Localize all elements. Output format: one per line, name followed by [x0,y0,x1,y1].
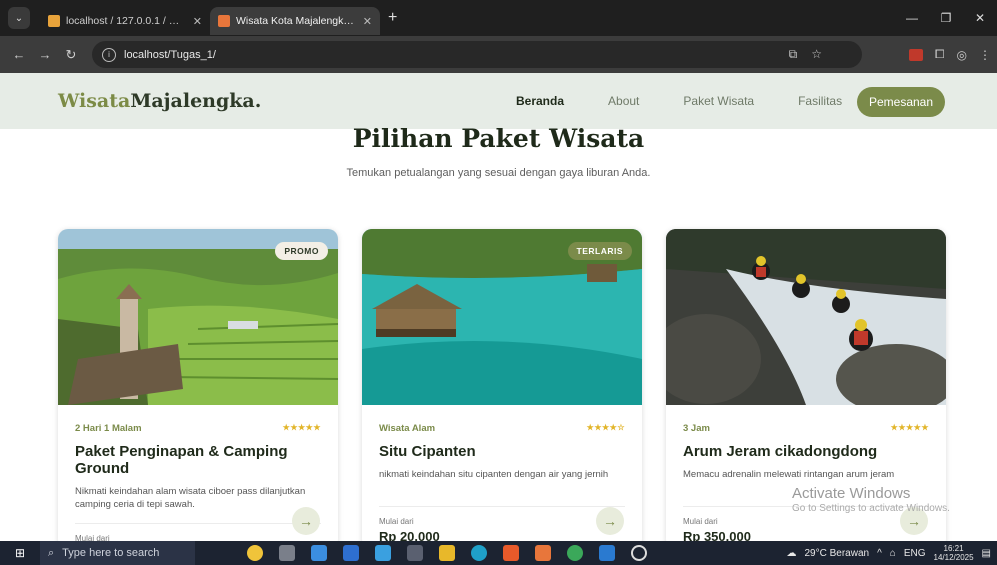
task-view-icon[interactable] [279,545,295,561]
site-favicon-icon [218,15,230,27]
windows-taskbar: ⊞ ⌕ Type here to search ☁ 29°C Berawan ^… [0,541,997,565]
price-label: Mulai dari [683,517,718,526]
windows-start-icon[interactable]: ⊞ [0,546,40,560]
arrow-right-icon[interactable]: → [596,507,624,535]
brave-icon[interactable] [503,545,519,561]
clock[interactable]: 16:21 14/12/2025 [934,544,974,562]
minimize-icon[interactable]: — [895,0,929,36]
url-bar[interactable]: i localhost/Tugas_1/ ⧉ ☆ [92,41,862,68]
card-duration: 3 Jam [683,423,710,434]
card-description: Nikmati keindahan alam wisata ciboer pas… [75,486,306,511]
card-title[interactable]: Paket Penginapan & Camping Ground [75,443,321,477]
translate-icon[interactable]: ⧉ [789,47,798,62]
card-duration: 2 Hari 1 Malam [75,423,142,434]
package-card[interactable]: PROMO 2 Hari 1 Malam ★★★★★ Paket Penginap… [58,229,338,549]
rating-stars: ★★★★☆ [586,423,625,432]
chrome-icon[interactable] [567,545,583,561]
network-icon[interactable]: ⌂ [890,548,896,559]
bookmark-star-icon[interactable]: ☆ [811,47,822,62]
weather-text[interactable]: 29°C Berawan [804,548,869,559]
store-icon[interactable] [343,545,359,561]
divider [379,506,625,507]
new-tab-icon[interactable]: + [388,9,397,27]
settings-app-icon[interactable] [375,545,391,561]
menu-kebab-icon[interactable]: ⋮ [979,48,991,62]
lake-image: TERLARIS [362,229,642,405]
search-icon: ⌕ [48,546,55,559]
divider [75,523,321,524]
address-toolbar: ← → ↻ i localhost/Tugas_1/ ⧉ ☆ ⧠ ◎ ⋮ [0,36,997,73]
copilot-icon[interactable] [247,545,263,561]
extension-icon[interactable] [908,48,923,61]
card-description: nikmati keindahan situ cipanten dengan a… [379,469,609,480]
rating-stars: ★★★★★ [282,423,321,432]
pemesanan-button[interactable]: Pemesanan [857,87,945,117]
browser-tabbar: ⌄ localhost / 127.0.0.1 / wisata_di ✕ Wi… [0,0,997,36]
extensions-puzzle-icon[interactable]: ⧠ [935,47,945,62]
terlaris-badge: TERLARIS [567,242,632,260]
edge-icon[interactable] [471,545,487,561]
nav-about[interactable]: About [608,94,639,108]
nav-links: Beranda About Paket Wisata Fasilitas [516,73,886,129]
price-label: Mulai dari [379,517,414,526]
close-icon[interactable]: ✕ [193,15,202,28]
tab-search-icon[interactable]: ⌄ [8,7,30,29]
nav-beranda[interactable]: Beranda [516,94,564,108]
card-title[interactable]: Arum Jeram cikadongdong [683,443,929,460]
back-icon[interactable]: ← [6,47,32,62]
reload-icon[interactable]: ↻ [58,47,84,63]
system-tray: ☁ 29°C Berawan ^ ⌂ ENG 16:21 14/12/2025 … [786,541,991,565]
card-category: Wisata Alam [379,423,436,434]
vscode-icon[interactable] [599,545,615,561]
close-window-icon[interactable]: ✕ [963,0,997,36]
site-navbar: WisataMajalengka. Beranda About Paket Wi… [0,73,997,129]
promo-badge: PROMO [275,242,328,260]
restore-icon[interactable]: ❐ [929,0,963,36]
nav-paket-wisata[interactable]: Paket Wisata [683,94,754,108]
language[interactable]: ENG [904,548,926,559]
rating-stars: ★★★★★ [890,423,929,432]
site-info-icon[interactable]: i [102,47,116,62]
camera-icon[interactable] [407,545,423,561]
profile-icon[interactable]: ◎ [957,48,967,62]
phpmyadmin-icon [48,15,60,27]
tab-wisata[interactable]: Wisata Kota Majalengka - Natu ✕ [210,7,380,35]
obs-icon[interactable] [631,545,647,561]
activate-windows-watermark: Activate Windows [792,485,911,502]
edge-dev-icon[interactable] [311,545,327,561]
forward-icon[interactable]: → [32,47,58,62]
camping-image: PROMO [58,229,338,405]
taskbar-search[interactable]: ⌕ Type here to search [40,541,195,565]
chevron-up-icon[interactable]: ^ [877,548,882,559]
package-card[interactable]: TERLARIS Wisata Alam ★★★★☆ Situ Cipanten … [362,229,642,549]
rafting-image [666,229,946,414]
nav-fasilitas[interactable]: Fasilitas [798,94,842,108]
xampp-icon[interactable] [535,545,551,561]
file-explorer-icon[interactable] [439,545,455,561]
close-icon[interactable]: ✕ [363,15,372,28]
card-title[interactable]: Situ Cipanten [379,443,625,460]
tab-phpmyadmin[interactable]: localhost / 127.0.0.1 / wisata_di ✕ [40,7,210,35]
notification-icon[interactable]: ▤ [982,548,991,559]
window-controls: — ❐ ✕ [895,0,997,36]
site-logo[interactable]: WisataMajalengka. [58,90,261,112]
section-subtitle: Temukan petualangan yang sesuai dengan g… [346,167,651,179]
weather-icon: ☁ [786,547,797,559]
section-title: Pilihan Paket Wisata [352,124,645,153]
activate-windows-hint: Go to Settings to activate Windows. [792,503,950,514]
arrow-right-icon[interactable]: → [292,507,320,535]
